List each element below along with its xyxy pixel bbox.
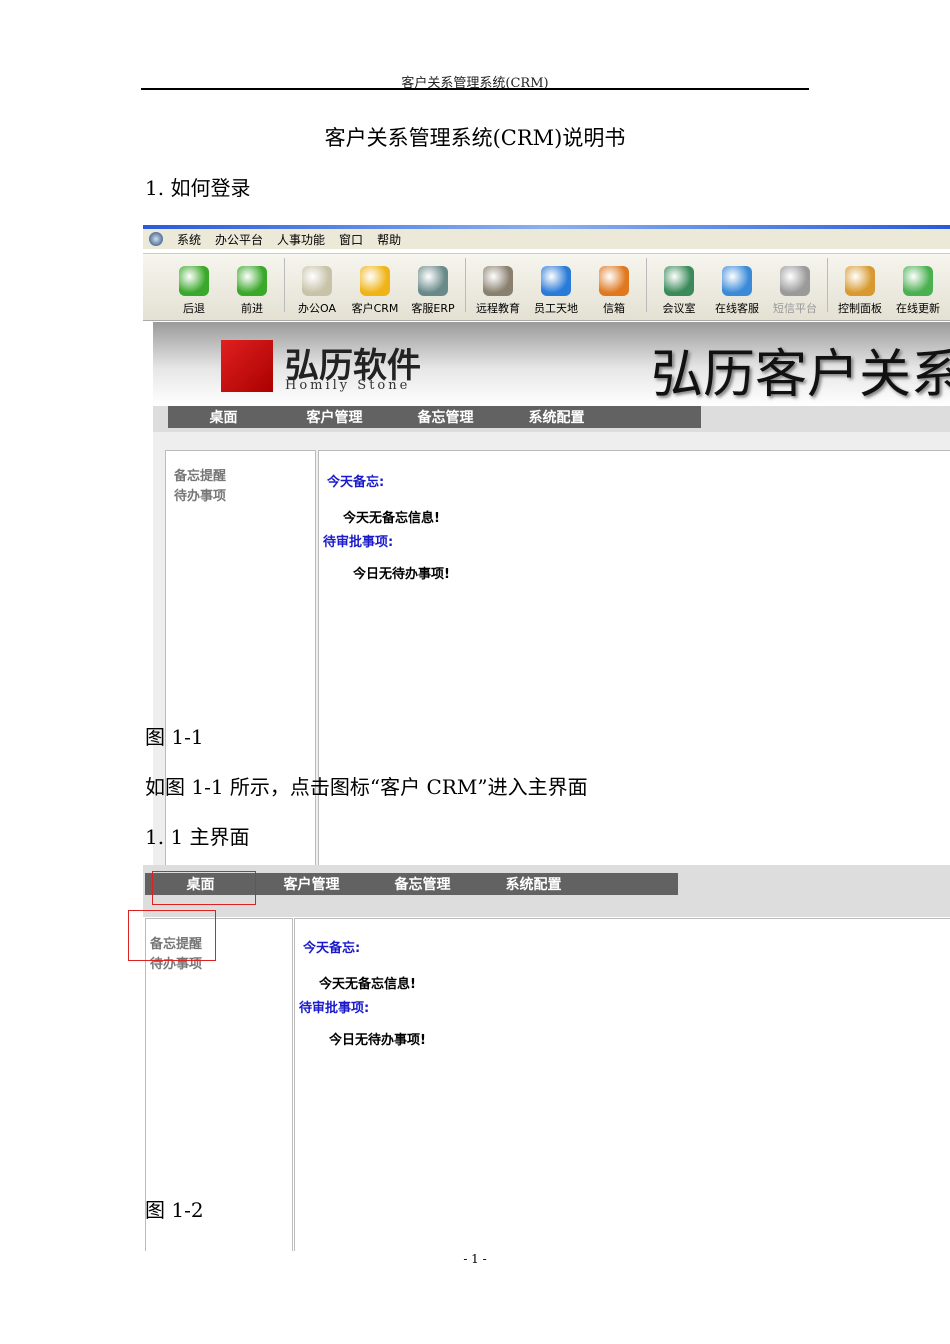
- toolbar-label: 在线更新: [896, 302, 940, 315]
- side-memo-reminder[interactable]: 备忘提醒: [174, 467, 307, 487]
- toolbar-label: 前进: [241, 302, 263, 315]
- toolbar-label: 客户CRM: [351, 302, 399, 315]
- memo-label: 今天备忘:: [327, 475, 385, 490]
- toolbar: 后退 前进 办公OA 客户CRM 客服ERP 远程教育 员工天地 信箱 会议室 在线客服 短信平台 控…: [143, 253, 950, 321]
- toolbar-button[interactable]: 短信平台: [766, 266, 824, 316]
- toolbar-button[interactable]: 在线客服: [708, 266, 766, 316]
- toolbar-separator: [465, 258, 466, 312]
- menu-office[interactable]: 办公平台: [215, 231, 263, 248]
- tools-icon: [845, 266, 875, 296]
- subsection-heading: 1. 1 主界面: [145, 825, 250, 849]
- highlight-box-desktop: [152, 871, 256, 905]
- page-number: - 1 -: [463, 1252, 487, 1266]
- toolbar-button[interactable]: 办公OA: [288, 266, 346, 316]
- banner: 弘历软件 Homily Stone 弘历客户关系: [153, 322, 950, 406]
- monitor-icon: [418, 266, 448, 296]
- toolbar-button[interactable]: 客户CRM: [346, 266, 404, 316]
- content-panel: 今天备忘: 今天无备忘信息! 待审批事项: 今日无待办事项!: [318, 450, 950, 865]
- mailbox-icon: [599, 266, 629, 296]
- notepad-icon: [302, 266, 332, 296]
- toolbar-separator: [827, 258, 828, 312]
- toolbar-button[interactable]: 远程教育: [469, 266, 527, 316]
- header-rule: [141, 88, 809, 90]
- toolbar-label: 后退: [183, 302, 205, 315]
- section-heading: 1. 如何登录: [145, 176, 251, 200]
- toolbar-label: 在线客服: [715, 302, 759, 315]
- toolbar-button[interactable]: 在线更新: [889, 266, 947, 316]
- side-todo[interactable]: 待办事项: [174, 487, 307, 507]
- main-nav: 桌面 客户管理 备忘管理 系统配置: [168, 406, 701, 428]
- menu-window[interactable]: 窗口: [339, 231, 363, 248]
- memo-empty: 今天无备忘信息!: [343, 511, 440, 526]
- toolbar-button[interactable]: 后退: [165, 266, 223, 316]
- side-panel: 备忘提醒 待办事项: [165, 450, 316, 865]
- content-panel: 今天备忘: 今天无备忘信息! 待审批事项: 今日无待办事项!: [294, 918, 950, 1251]
- nav-customer[interactable]: 客户管理: [279, 407, 390, 427]
- logo-subtitle: Homily Stone: [285, 378, 411, 393]
- nav-memo[interactable]: 备忘管理: [390, 407, 501, 427]
- highlight-box-memo: [128, 910, 216, 961]
- approval-empty: 今日无待办事项!: [329, 1033, 426, 1048]
- memo-label: 今天备忘:: [303, 941, 361, 956]
- person-icon: [360, 266, 390, 296]
- banner-title: 弘历客户关系: [651, 345, 950, 405]
- approval-label: 待审批事项:: [299, 1001, 370, 1016]
- toolbar-label: 员工天地: [534, 302, 578, 315]
- people-icon: [664, 266, 694, 296]
- memo-empty: 今天无备忘信息!: [319, 977, 416, 992]
- approval-label: 待审批事项:: [323, 535, 394, 550]
- forward-arrow-icon: [237, 266, 267, 296]
- update-icon: [903, 266, 933, 296]
- menu-help[interactable]: 帮助: [377, 231, 401, 248]
- nav-desktop[interactable]: 桌面: [168, 407, 279, 427]
- app-icon: [149, 232, 163, 246]
- globe-icon: [541, 266, 571, 296]
- nav-memo[interactable]: 备忘管理: [367, 874, 478, 894]
- pens-icon: [483, 266, 513, 296]
- description-text: 如图 1-1 所示，点击图标“客户 CRM”进入主界面: [145, 775, 588, 799]
- toolbar-label: 办公OA: [298, 302, 336, 315]
- toolbar-button[interactable]: 客服ERP: [404, 266, 462, 316]
- toolbar-label: 短信平台: [773, 302, 817, 315]
- toolbar-label: 客服ERP: [411, 302, 455, 315]
- toolbar-button[interactable]: 控制面板: [831, 266, 889, 316]
- nav-customer[interactable]: 客户管理: [256, 874, 367, 894]
- toolbar-button[interactable]: 前进: [223, 266, 281, 316]
- screenshot-crm-main: 系统 办公平台 人事功能 窗口 帮助 后退 前进 办公OA 客户CRM 客服ERP 远程教…: [143, 225, 950, 865]
- toolbar-separator: [284, 258, 285, 312]
- screenshot-main-interface: 桌面 客户管理 备忘管理 系统配置 备忘提醒 待办事项 今天备忘: 今天无备忘信…: [143, 865, 950, 1251]
- toolbar-button[interactable]: 信箱: [585, 266, 643, 316]
- figure-caption-1: 图 1-1: [145, 725, 204, 749]
- toolbar-separator: [646, 258, 647, 312]
- figure-caption-2: 图 1-2: [145, 1198, 204, 1222]
- back-arrow-icon: [179, 266, 209, 296]
- toolbar-label: 信箱: [603, 302, 625, 315]
- toolbar-label: 控制面板: [838, 302, 882, 315]
- menu-system[interactable]: 系统: [177, 231, 201, 248]
- menu-hr[interactable]: 人事功能: [277, 231, 325, 248]
- message-icon: [780, 266, 810, 296]
- toolbar-button[interactable]: 会议室: [650, 266, 708, 316]
- chat-icon: [722, 266, 752, 296]
- toolbar-button[interactable]: 员工天地: [527, 266, 585, 316]
- toolbar-label: 远程教育: [476, 302, 520, 315]
- approval-empty: 今日无待办事项!: [353, 567, 450, 582]
- menu-bar: 系统 办公平台 人事功能 窗口 帮助: [143, 229, 950, 249]
- logo-mark: [221, 340, 273, 392]
- toolbar-label: 会议室: [662, 302, 696, 315]
- nav-config[interactable]: 系统配置: [501, 407, 612, 427]
- nav-config[interactable]: 系统配置: [478, 874, 589, 894]
- document-title: 客户关系管理系统(CRM)说明书: [324, 126, 626, 150]
